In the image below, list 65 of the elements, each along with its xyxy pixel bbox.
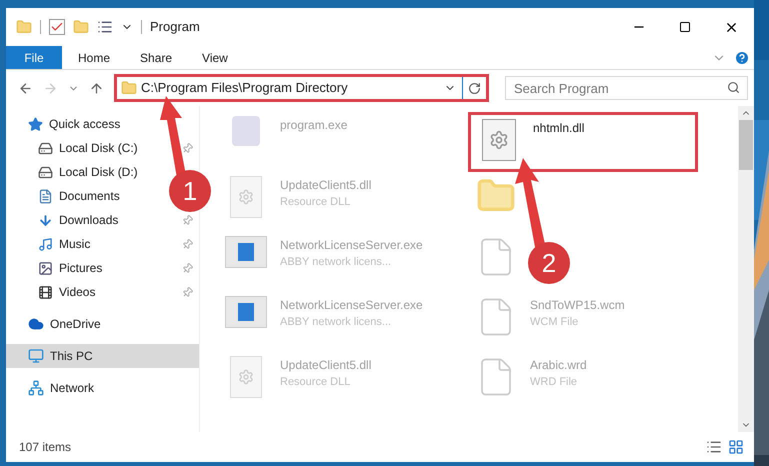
address-bar[interactable]: C:\Program Files\Program Directory (114, 74, 489, 102)
folder-icon (121, 80, 137, 96)
application-icon (225, 236, 267, 268)
file-type: Resource DLL (280, 375, 352, 390)
window-title: Program (150, 18, 200, 36)
sidebar-item[interactable]: Videos (59, 283, 96, 301)
file-type: WRD File (530, 375, 578, 390)
file-menu-button[interactable]: File (6, 46, 62, 69)
film-icon (38, 284, 53, 300)
sidebar-item[interactable]: Quick access (6, 112, 199, 136)
file-icon (230, 176, 262, 218)
drive-icon (38, 164, 53, 180)
file-name: NetworkLicenseServer.exe (280, 297, 423, 314)
monitor-icon (28, 348, 44, 364)
file-name: NetworkLicenseServer.exe (280, 237, 423, 254)
file-name: Arabic.wrd (530, 357, 587, 374)
sidebar-item[interactable]: OneDrive (6, 312, 199, 336)
installer-icon (232, 116, 260, 146)
cloud-icon (28, 316, 44, 332)
ribbon-tab[interactable]: Share (126, 46, 186, 69)
address-path: C:\Program Files\Program Directory (141, 79, 348, 98)
file-type: WCM File (530, 315, 580, 330)
picture-icon (38, 260, 53, 276)
file-name: UpdateClient5.dll (280, 177, 372, 194)
star-icon (28, 116, 43, 132)
search-icon[interactable] (727, 81, 740, 94)
application-icon (225, 296, 267, 328)
sidebar-item[interactable]: Network (6, 376, 199, 400)
view-options-icon[interactable] (97, 19, 113, 35)
file-icon (230, 356, 262, 398)
ribbon-tab[interactable]: Home (64, 46, 124, 69)
network-icon (28, 380, 44, 396)
scrollbar-thumb[interactable] (739, 120, 753, 170)
file-type: Resource DLL (280, 195, 352, 210)
file-name: program.exe (280, 117, 348, 134)
sidebar-item[interactable]: Downloads (59, 211, 118, 229)
large-icons-view-icon[interactable] (728, 439, 744, 455)
drive-icon (38, 140, 53, 156)
ribbon-tab[interactable]: View (188, 46, 242, 69)
item-count: 107 items (19, 439, 72, 456)
music-note-icon (38, 236, 53, 252)
scrollbar[interactable] (738, 106, 754, 432)
file-name: UpdateClient5.dll (280, 357, 372, 374)
file-type: ABBY network licens... (280, 315, 392, 330)
file-name: SndToWP15.wcm (530, 297, 625, 314)
sidebar-item[interactable]: Local Disk (C:) (59, 139, 138, 157)
sidebar-item[interactable]: This PC (6, 344, 199, 368)
download-icon (38, 212, 53, 228)
file-name: nhtmln.dll (533, 120, 584, 137)
help-icon[interactable] (734, 50, 750, 66)
file-type: ABBY network licens... (280, 255, 392, 270)
search-field[interactable]: Search Program (505, 76, 748, 100)
back-icon[interactable] (18, 80, 33, 96)
file-tile[interactable]: nhtmln.dll (468, 112, 698, 172)
properties-icon[interactable] (49, 19, 65, 35)
sidebar-item[interactable]: Pictures (59, 259, 102, 277)
up-icon[interactable] (89, 80, 104, 96)
document-icon (38, 188, 53, 204)
sidebar-item[interactable]: Documents (59, 187, 120, 205)
settings-file-icon (482, 119, 516, 161)
maximize-icon (679, 21, 691, 33)
details-view-icon[interactable] (706, 439, 722, 455)
sidebar-item[interactable]: Music (59, 235, 90, 253)
refresh-icon[interactable] (468, 82, 481, 94)
sidebar-item[interactable]: Local Disk (D:) (59, 163, 138, 181)
